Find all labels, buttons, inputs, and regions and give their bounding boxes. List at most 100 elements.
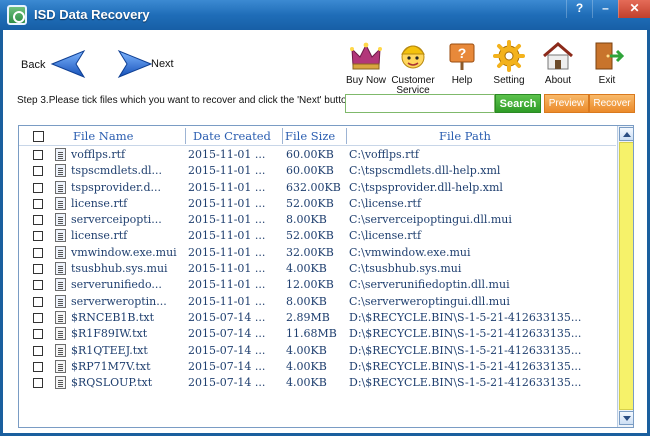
table-row[interactable]: serverweroptin... 2015-11-01 ... 8.00KB C:\…: [19, 294, 616, 310]
row-checkbox[interactable]: [33, 329, 43, 340]
table-row[interactable]: license.rtf 2015-11-01 ... 52.00KB C:\licen…: [19, 228, 616, 244]
row-checkbox[interactable]: [33, 150, 43, 160]
file-name-cell: tspscmdlets.dl...: [71, 164, 163, 178]
file-path-cell: C:\serverunifiedoptin.dll.mui: [349, 278, 510, 292]
search-input[interactable]: [345, 94, 495, 113]
row-checkbox[interactable]: [33, 345, 43, 356]
help-sign-icon: ?: [449, 43, 475, 70]
select-all-checkbox[interactable]: [33, 131, 44, 142]
window-minimize-button[interactable]: –: [592, 0, 618, 18]
file-path-cell: C:\license.rtf: [349, 229, 422, 243]
arrow-left-icon[interactable]: [50, 50, 96, 78]
file-icon: [55, 180, 66, 194]
file-icon: [55, 310, 66, 324]
table-row[interactable]: $RQSLOUP.txt 2015-07-14 ... 4.00KB D:\$RECY…: [19, 375, 616, 391]
file-path-cell: C:\vofflps.rtf: [349, 148, 419, 161]
table-row[interactable]: tsusbhub.sys.mui 2015-11-01 ... 4.00KB C:\t…: [19, 261, 616, 277]
file-icon: [55, 278, 66, 292]
file-icon: [55, 294, 66, 308]
file-size-cell: 8.00KB: [286, 213, 327, 227]
scroll-thumb[interactable]: [619, 142, 633, 410]
buy-now-button[interactable]: Buy Now: [341, 40, 391, 86]
next-label[interactable]: Next: [151, 58, 174, 70]
row-checkbox[interactable]: [33, 296, 43, 307]
file-size-cell: 8.00KB: [286, 294, 327, 308]
file-name-cell: serverunifiedo...: [71, 278, 162, 292]
column-divider[interactable]: [185, 128, 186, 144]
row-checkbox[interactable]: [33, 378, 43, 389]
gear-icon: [493, 40, 525, 72]
row-checkbox[interactable]: [33, 198, 43, 209]
search-button[interactable]: Search: [495, 94, 541, 113]
file-size-cell: 4.00KB: [286, 376, 327, 390]
column-header-file-size[interactable]: File Size: [285, 129, 335, 143]
file-name-cell: $RNCEB1B.txt: [71, 310, 155, 324]
row-checkbox[interactable]: [33, 264, 43, 275]
date-created-cell: 2015-11-01 ...: [188, 294, 266, 308]
file-path-cell: C:\tspsprovider.dll-help.xml: [349, 180, 503, 194]
table-row[interactable]: $RP71M7V.txt 2015-07-14 ... 4.00KB D:\$RECY…: [19, 359, 616, 375]
file-path-cell: C:\tspscmdlets.dll-help.xml: [349, 164, 501, 178]
date-created-cell: 2015-11-01 ...: [188, 213, 266, 227]
file-size-cell: 11.68MB: [286, 327, 337, 341]
table-row[interactable]: vmwindow.exe.mui 2015-11-01 ... 32.00KB C:\…: [19, 245, 616, 261]
arrow-right-icon[interactable]: [107, 50, 153, 78]
exit-label: Exit: [598, 75, 616, 86]
table-row[interactable]: license.rtf 2015-11-01 ... 52.00KB C:\licen…: [19, 196, 616, 212]
row-checkbox[interactable]: [33, 215, 43, 226]
date-created-cell: 2015-11-01 ...: [188, 262, 266, 276]
row-checkbox[interactable]: [33, 280, 43, 291]
row-checkbox[interactable]: [33, 166, 43, 177]
column-header-date-created[interactable]: Date Created: [193, 129, 271, 143]
vertical-scrollbar[interactable]: [617, 126, 633, 427]
file-icon: [55, 359, 66, 373]
file-size-cell: 32.00KB: [286, 245, 334, 259]
window-help-button[interactable]: ?: [566, 0, 592, 18]
preview-button[interactable]: Preview: [544, 94, 589, 113]
help-button[interactable]: ? Help: [437, 40, 487, 86]
table-row[interactable]: $R1QTEEJ.txt 2015-07-14 ... 4.00KB D:\$RECY…: [19, 343, 616, 359]
recover-button[interactable]: Recover: [589, 94, 635, 113]
date-created-cell: 2015-07-14 ...: [188, 327, 266, 341]
table-row[interactable]: vofflps.rtf 2015-11-01 ... 60.00KB C:\voffl…: [19, 147, 616, 163]
row-checkbox[interactable]: [33, 312, 43, 323]
about-button[interactable]: About: [533, 40, 583, 86]
file-path-cell: C:\vmwindow.exe.mui: [349, 245, 471, 259]
scroll-up-arrow-icon[interactable]: [619, 127, 633, 141]
date-created-cell: 2015-07-14 ...: [188, 343, 266, 357]
row-checkbox[interactable]: [33, 182, 43, 193]
setting-button[interactable]: Setting: [484, 40, 534, 86]
back-label[interactable]: Back: [21, 59, 45, 71]
table-row[interactable]: serverunifiedo... 2015-11-01 ... 12.00KB C:…: [19, 277, 616, 293]
file-path-cell: D:\$RECYCLE.BIN\S-1-5-21-412633135...: [349, 343, 582, 357]
help-label: Help: [451, 75, 473, 86]
date-created-cell: 2015-07-14 ...: [188, 359, 266, 373]
column-header-file-name[interactable]: File Name: [73, 129, 133, 143]
column-header-file-path[interactable]: File Path: [439, 129, 491, 143]
step-instruction: Step 3.Please tick files which you want …: [17, 95, 355, 106]
file-name-cell: vmwindow.exe.mui: [71, 245, 177, 259]
setting-label: Setting: [493, 75, 525, 86]
file-icon: [55, 327, 66, 341]
column-divider[interactable]: [282, 128, 283, 144]
table-row[interactable]: serverceipopti... 2015-11-01 ... 8.00KB C:\…: [19, 212, 616, 228]
table-row[interactable]: tspscmdlets.dl... 2015-11-01 ... 60.00KB C:…: [19, 163, 616, 179]
window-close-button[interactable]: ✕: [618, 0, 650, 18]
file-icon: [55, 343, 66, 357]
scroll-down-arrow-icon[interactable]: [619, 411, 633, 425]
svg-text:?: ?: [458, 45, 467, 61]
table-row[interactable]: $R1F89IW.txt 2015-07-14 ... 11.68MB D:\$REC…: [19, 326, 616, 342]
file-icon: [55, 196, 66, 210]
customer-service-button[interactable]: Customer Service: [388, 40, 438, 96]
row-checkbox[interactable]: [33, 361, 43, 372]
table-row[interactable]: tspsprovider.d... 2015-11-01 ... 632.00KB C…: [19, 180, 616, 196]
file-size-cell: 52.00KB: [286, 229, 334, 243]
column-divider[interactable]: [346, 128, 347, 144]
exit-button[interactable]: Exit: [582, 40, 632, 86]
support-agent-icon: [401, 45, 425, 69]
date-created-cell: 2015-07-14 ...: [188, 376, 266, 390]
row-checkbox[interactable]: [33, 247, 43, 258]
file-size-cell: 4.00KB: [286, 343, 327, 357]
table-row[interactable]: $RNCEB1B.txt 2015-07-14 ... 2.89MB D:\$RECY…: [19, 310, 616, 326]
row-checkbox[interactable]: [33, 231, 43, 242]
